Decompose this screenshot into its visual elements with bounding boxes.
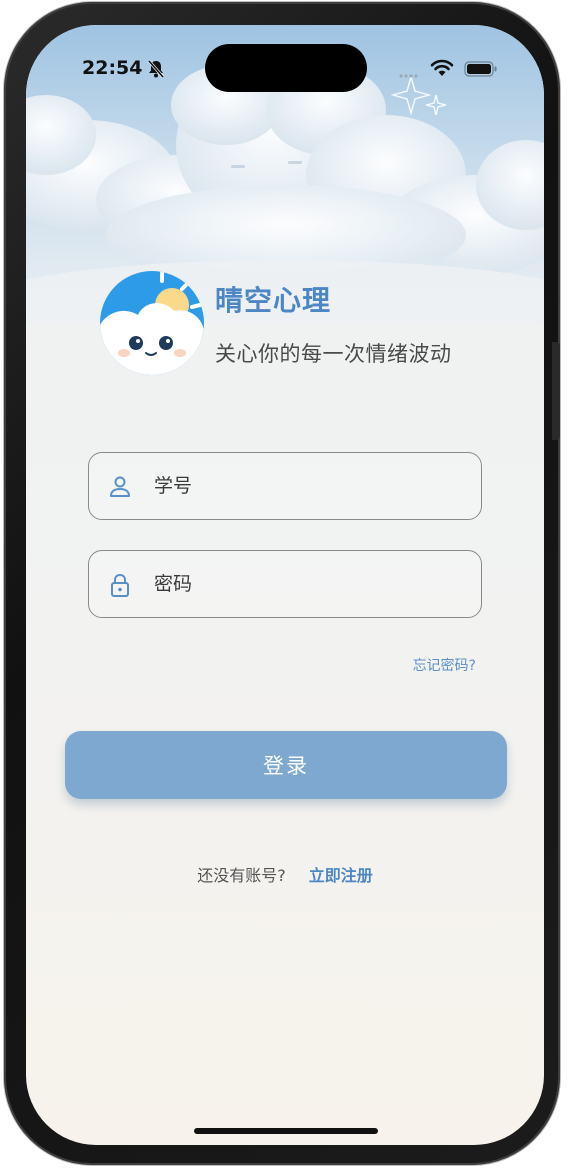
student-id-field[interactable] xyxy=(88,452,482,520)
app-title: 晴空心理 xyxy=(215,284,332,317)
bell-slash-icon xyxy=(147,60,165,78)
forgot-password-link[interactable]: 忘记密码? xyxy=(413,655,476,675)
login-button[interactable]: 登录 xyxy=(65,731,507,799)
register-prompt: 还没有账号? xyxy=(197,866,286,885)
status-time: 22:54 xyxy=(82,57,143,79)
cloud-sun-mascot-icon xyxy=(100,271,204,375)
phone-frame: 22:54 晴空心理 关心你的每一次情绪波动 学号 忘记密码? 登录 还没有账号… xyxy=(4,2,560,1165)
app-screen: 22:54 晴空心理 关心你的每一次情绪波动 学号 忘记密码? 登录 还没有账号… xyxy=(26,25,544,1145)
password-field[interactable] xyxy=(88,550,482,618)
wifi-icon xyxy=(430,59,454,76)
side-button xyxy=(552,342,560,440)
register-link[interactable]: 立即注册 xyxy=(309,866,373,885)
home-indicator[interactable] xyxy=(194,1128,378,1134)
register-row: 还没有账号? 立即注册 xyxy=(26,862,544,886)
password-input[interactable] xyxy=(154,551,454,616)
dynamic-island xyxy=(205,44,367,92)
student-id-input[interactable] xyxy=(154,453,454,518)
user-icon xyxy=(110,476,130,497)
app-slogan: 关心你的每一次情绪波动 xyxy=(215,342,452,366)
battery-icon xyxy=(464,61,497,77)
signal-icon xyxy=(399,74,418,78)
lock-icon xyxy=(111,573,129,597)
